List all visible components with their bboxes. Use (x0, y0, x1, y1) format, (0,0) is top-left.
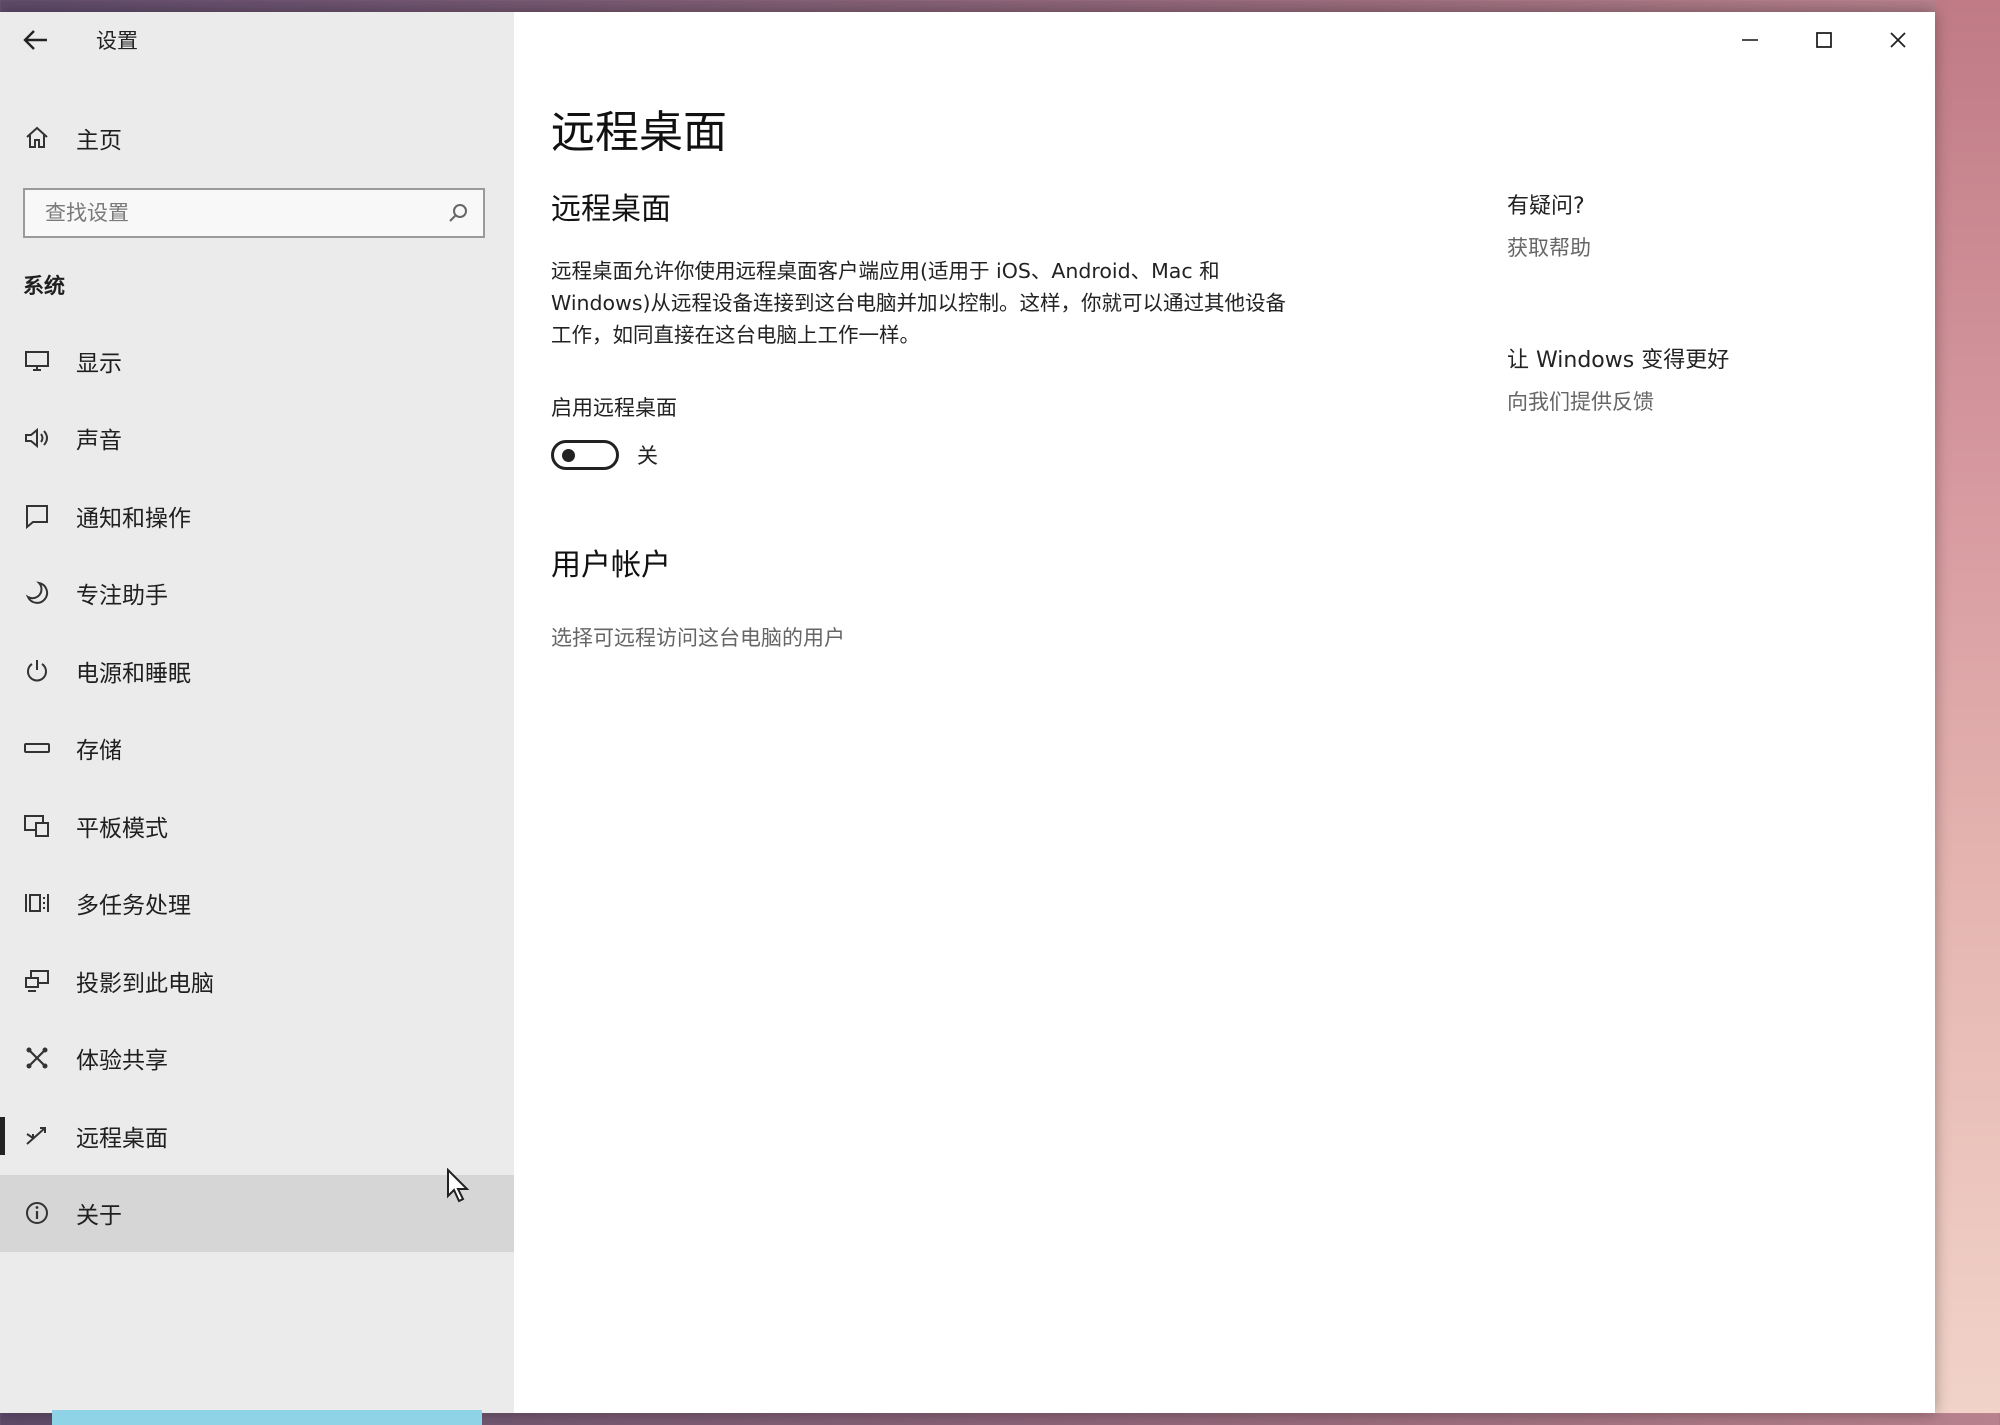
title-bar: 设置 (0, 12, 514, 68)
settings-window: 设置 主页 系统 显示 (0, 12, 1935, 1425)
search-box[interactable] (23, 188, 485, 238)
sidebar-item-label: 通知和操作 (76, 505, 191, 532)
minimize-icon (1742, 39, 1758, 41)
sidebar-item-label: 存储 (76, 738, 122, 765)
sidebar-item-tablet-mode[interactable]: 平板模式 (0, 787, 514, 865)
sidebar-item-about[interactable]: 关于 (0, 1174, 514, 1252)
sidebar-item-shared-experiences[interactable]: 体验共享 (0, 1020, 514, 1098)
sidebar-item-sound[interactable]: 声音 (0, 400, 514, 478)
sidebar-item-home[interactable]: 主页 (0, 105, 514, 171)
sidebar-item-remote-desktop[interactable]: 远程桌面 (0, 1097, 514, 1175)
toggle-knob (562, 449, 575, 462)
taskbar-edge (52, 1410, 482, 1425)
back-button[interactable] (0, 12, 72, 68)
storage-icon (19, 730, 55, 766)
shared-experiences-icon (19, 1040, 55, 1076)
app-title: 设置 (96, 29, 138, 53)
close-button[interactable] (1861, 12, 1935, 68)
remote-desktop-description: 远程桌面允许你使用远程桌面客户端应用(适用于 iOS、Android、Mac 和… (551, 259, 1287, 347)
sidebar-item-label: 远程桌面 (76, 1125, 168, 1152)
sidebar-section-title: 系统 (23, 274, 65, 298)
give-feedback-link[interactable]: 向我们提供反馈 (1507, 386, 1654, 416)
question-heading: 有疑问? (1507, 194, 1585, 219)
sidebar-item-focus-assist[interactable]: 专注助手 (0, 555, 514, 633)
projecting-icon (19, 963, 55, 999)
back-arrow-icon (23, 30, 47, 50)
maximize-button[interactable] (1787, 12, 1861, 68)
sidebar-item-power-sleep[interactable]: 电源和睡眠 (0, 632, 514, 710)
search-icon (449, 204, 467, 222)
info-icon (19, 1195, 55, 1231)
tablet-mode-icon (19, 808, 55, 844)
remote-desktop-toggle[interactable] (551, 440, 619, 470)
improve-windows-heading: 让 Windows 变得更好 (1507, 348, 1730, 373)
remote-desktop-icon (19, 1118, 55, 1154)
sidebar-item-label: 投影到此电脑 (76, 970, 214, 997)
section-title-remote-desktop: 远程桌面 (551, 192, 671, 227)
sidebar-item-label: 关于 (76, 1203, 122, 1230)
moon-icon (19, 575, 55, 611)
sidebar-item-label: 专注助手 (76, 583, 168, 610)
toggle-row: 关 (551, 440, 658, 470)
desktop-background (1935, 0, 2000, 1413)
sidebar-item-multitasking[interactable]: 多任务处理 (0, 865, 514, 943)
sidebar-item-label: 声音 (76, 428, 122, 455)
sidebar-item-storage[interactable]: 存储 (0, 710, 514, 788)
notification-icon (19, 498, 55, 534)
toggle-state-label: 关 (637, 444, 658, 468)
sidebar-nav-list: 显示 声音 通知和操作 专注助手 电源和睡眠 存储 平板模式 多任务处理 投影到… (0, 322, 514, 1252)
monitor-icon (19, 343, 55, 379)
home-icon (19, 120, 55, 156)
sidebar-item-label: 主页 (76, 128, 122, 154)
select-users-link[interactable]: 选择可远程访问这台电脑的用户 (551, 622, 845, 652)
get-help-link[interactable]: 获取帮助 (1507, 232, 1591, 262)
sidebar-item-label: 多任务处理 (76, 893, 191, 920)
sidebar-item-label: 平板模式 (76, 815, 168, 842)
sidebar-item-display[interactable]: 显示 (0, 322, 514, 400)
toggle-label: 启用远程桌面 (551, 396, 677, 420)
close-icon (1890, 32, 1906, 48)
sidebar-item-notifications[interactable]: 通知和操作 (0, 477, 514, 555)
window-controls (1713, 12, 1935, 68)
multitasking-icon (19, 885, 55, 921)
sidebar: 设置 主页 系统 显示 (0, 12, 514, 1425)
minimize-button[interactable] (1713, 12, 1787, 68)
sidebar-item-label: 体验共享 (76, 1048, 168, 1075)
sidebar-item-label: 电源和睡眠 (76, 660, 191, 687)
section-title-user-accounts: 用户帐户 (551, 548, 671, 583)
speaker-icon (19, 420, 55, 456)
mouse-cursor-icon (447, 1168, 470, 1203)
sidebar-item-label: 显示 (76, 350, 122, 377)
maximize-icon (1816, 32, 1832, 48)
power-icon (19, 653, 55, 689)
sidebar-item-project-to-pc[interactable]: 投影到此电脑 (0, 942, 514, 1020)
search-input[interactable] (43, 200, 427, 226)
page-title: 远程桌面 (551, 107, 727, 158)
